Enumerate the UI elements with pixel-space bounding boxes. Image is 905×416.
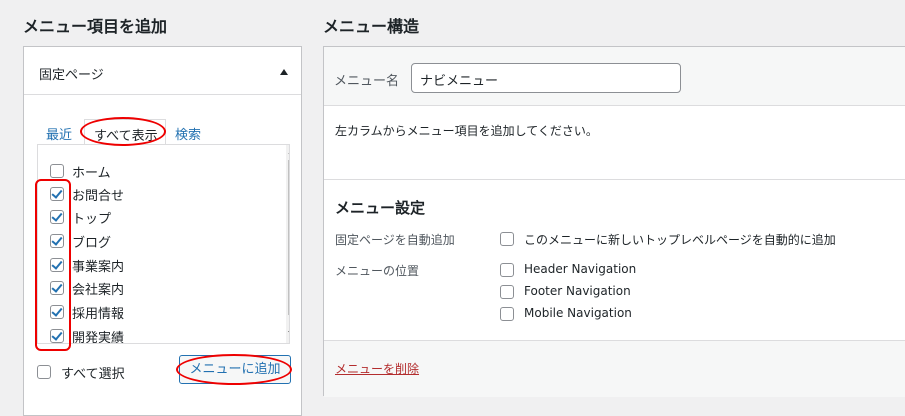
list-item-label: ブログ (72, 236, 112, 251)
instruction-text: 左カラムからメニュー項目を追加してください。 (335, 124, 598, 138)
add-menu-items-heading: メニュー項目を追加 (23, 17, 168, 36)
scrollbar-thumb[interactable] (288, 160, 289, 315)
menu-settings-heading: メニュー設定 (335, 199, 426, 217)
list-item-label: 会社案内 (72, 283, 125, 298)
location-checkbox[interactable] (500, 307, 514, 321)
list-item-label: 事業案内 (72, 260, 125, 275)
list-item-label: トップ (72, 212, 112, 227)
location-label: Header Navigation (524, 262, 637, 276)
location-checkbox[interactable] (500, 285, 514, 299)
collapse-arrow-icon[interactable] (280, 69, 288, 75)
annotation-circle-view-all (80, 117, 166, 146)
menu-name-value: ナビメニュー (420, 74, 499, 89)
delete-menu-link[interactable]: メニューを削除 (335, 360, 419, 377)
divider (324, 179, 905, 180)
scroll-up-arrow-icon[interactable] (288, 149, 289, 154)
pages-panel-header[interactable]: 固定ページ (24, 47, 301, 95)
list-item-label: ホーム (72, 166, 111, 181)
location-checkbox[interactable] (500, 263, 514, 277)
location-label: Mobile Navigation (524, 306, 632, 320)
list-item-label: 採用情報 (72, 307, 125, 322)
annotation-rect-checkboxes (35, 179, 71, 351)
scroll-down-arrow-icon[interactable] (288, 331, 289, 336)
auto-add-option-label: このメニューに新しいトップレベルページを自動的に追加 (524, 233, 836, 247)
menu-structure-panel: メニュー名 ナビメニュー 左カラムからメニュー項目を追加してください。 メニュー… (323, 46, 905, 397)
pages-checklist: ホーム お問合せ トップ ブログ 事業案内 会社案内 採用情報 開発実績 (37, 144, 290, 344)
checkbox[interactable] (50, 164, 64, 178)
list-item-label: お問合せ (72, 189, 125, 204)
tab-search[interactable]: 検索 (175, 124, 201, 143)
menu-location-label: メニューの位置 (335, 264, 420, 278)
tab-recent[interactable]: 最近 (46, 124, 72, 143)
list-item-label: 開発実績 (72, 331, 125, 344)
menu-structure-heading: メニュー構造 (323, 17, 420, 36)
location-label: Footer Navigation (524, 284, 631, 298)
annotation-circle-add-button (176, 354, 292, 385)
select-all-label: すべて選択 (61, 367, 125, 382)
select-all-checkbox[interactable] (37, 365, 51, 379)
auto-add-checkbox[interactable] (500, 232, 514, 246)
menu-name-input[interactable]: ナビメニュー (411, 63, 681, 93)
menu-name-label: メニュー名 (334, 74, 400, 89)
auto-add-label: 固定ページを自動追加 (335, 233, 455, 247)
pages-panel-title: 固定ページ (39, 68, 104, 83)
